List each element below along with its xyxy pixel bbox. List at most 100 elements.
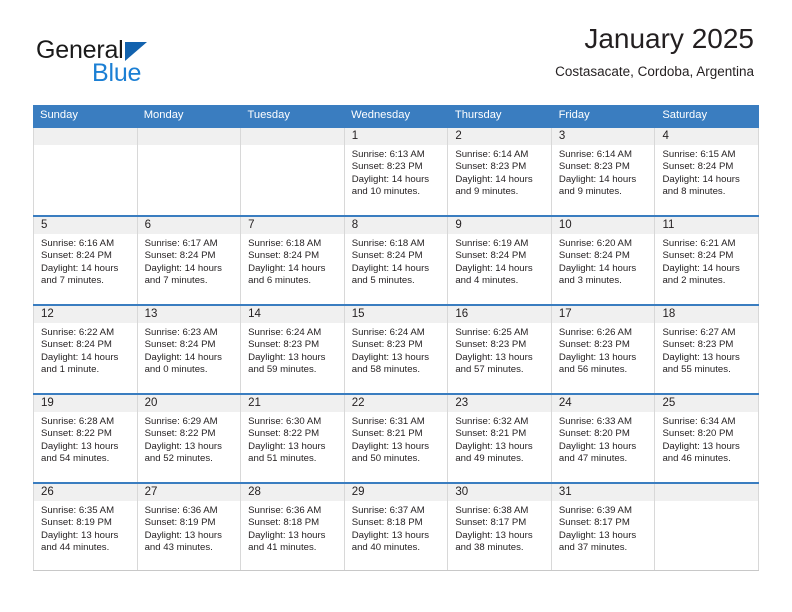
day-number: 17 bbox=[551, 306, 655, 323]
day-number: 7 bbox=[241, 217, 344, 234]
daylight-text: Daylight: 13 hours and 43 minutes. bbox=[144, 529, 222, 554]
day-number: 19 bbox=[34, 395, 137, 412]
sunrise-text: Sunrise: 6:19 AM bbox=[455, 238, 529, 249]
calendar-day-cell[interactable]: 27 Sunrise: 6:36 AM Sunset: 8:19 PM Dayligh… bbox=[137, 484, 242, 570]
calendar-day-cell-empty bbox=[655, 484, 760, 570]
sunrise-text: Sunrise: 6:18 AM bbox=[248, 238, 322, 249]
day-number bbox=[137, 128, 241, 145]
calendar-day-cell[interactable]: 4 Sunrise: 6:15 AM Sunset: 8:24 PM Daylight… bbox=[655, 128, 760, 215]
calendar-week-row: 1 Sunrise: 6:13 AM Sunset: 8:23 PM Daylight… bbox=[33, 126, 760, 215]
sunset-text: Sunset: 8:21 PM bbox=[455, 428, 527, 440]
day-sun-info: Sunrise: 6:18 AM Sunset: 8:24 PM Daylight:… bbox=[241, 234, 344, 288]
day-number: 2 bbox=[448, 128, 551, 145]
sunset-text: Sunset: 8:22 PM bbox=[248, 428, 320, 440]
sunset-text: Sunset: 8:22 PM bbox=[144, 428, 216, 440]
calendar-week-row: 5 Sunrise: 6:16 AM Sunset: 8:24 PM Daylight… bbox=[33, 215, 760, 304]
daylight-text: Daylight: 13 hours and 40 minutes. bbox=[351, 529, 430, 554]
day-sun-info: Sunrise: 6:28 AM Sunset: 8:22 PM Daylight:… bbox=[34, 412, 137, 466]
daylight-text: Daylight: 13 hours and 59 minutes. bbox=[248, 351, 326, 376]
calendar-day-cell[interactable]: 26 Sunrise: 6:35 AM Sunset: 8:19 PM Dayligh… bbox=[33, 484, 138, 570]
sunrise-text: Sunrise: 6:35 AM bbox=[41, 505, 115, 516]
sunset-text: Sunset: 8:24 PM bbox=[144, 339, 216, 351]
sunset-text: Sunset: 8:17 PM bbox=[455, 517, 527, 529]
day-sun-info: Sunrise: 6:18 AM Sunset: 8:24 PM Daylight:… bbox=[345, 234, 448, 288]
calendar-day-cell[interactable]: 23 Sunrise: 6:32 AM Sunset: 8:21 PM Dayligh… bbox=[448, 395, 552, 482]
daylight-text: Daylight: 14 hours and 9 minutes. bbox=[558, 173, 637, 198]
weekday-header-friday: Friday bbox=[558, 109, 590, 121]
daylight-text: Daylight: 14 hours and 3 minutes. bbox=[558, 262, 637, 287]
calendar-day-cell[interactable]: 9 Sunrise: 6:19 AM Sunset: 8:24 PM Daylight… bbox=[448, 217, 552, 304]
calendar-day-cell[interactable]: 17 Sunrise: 6:26 AM Sunset: 8:23 PM Dayligh… bbox=[551, 306, 656, 393]
calendar-day-cell[interactable]: 31 Sunrise: 6:39 AM Sunset: 8:17 PM Dayligh… bbox=[551, 484, 656, 570]
calendar-day-cell[interactable]: 7 Sunrise: 6:18 AM Sunset: 8:24 PM Daylight… bbox=[241, 217, 345, 304]
day-sun-info: Sunrise: 6:25 AM Sunset: 8:23 PM Daylight:… bbox=[448, 323, 551, 377]
daylight-text: Daylight: 14 hours and 8 minutes. bbox=[662, 173, 740, 198]
day-sun-info: Sunrise: 6:31 AM Sunset: 8:21 PM Daylight:… bbox=[345, 412, 448, 466]
sunrise-text: Sunrise: 6:31 AM bbox=[351, 416, 425, 427]
calendar-day-cell[interactable]: 8 Sunrise: 6:18 AM Sunset: 8:24 PM Daylight… bbox=[344, 217, 449, 304]
day-number: 12 bbox=[34, 306, 137, 323]
day-sun-info bbox=[138, 145, 241, 149]
calendar-day-cell[interactable]: 25 Sunrise: 6:34 AM Sunset: 8:20 PM Dayligh… bbox=[655, 395, 760, 482]
day-number: 31 bbox=[551, 484, 655, 501]
calendar-day-cell[interactable]: 15 Sunrise: 6:24 AM Sunset: 8:23 PM Dayligh… bbox=[344, 306, 449, 393]
weekday-header-thursday: Thursday bbox=[454, 109, 502, 121]
sunrise-text: Sunrise: 6:13 AM bbox=[351, 149, 425, 160]
calendar-day-cell[interactable]: 14 Sunrise: 6:24 AM Sunset: 8:23 PM Dayligh… bbox=[241, 306, 345, 393]
calendar-day-cell[interactable]: 18 Sunrise: 6:27 AM Sunset: 8:23 PM Dayligh… bbox=[655, 306, 760, 393]
calendar-day-cell[interactable]: 11 Sunrise: 6:21 AM Sunset: 8:24 PM Dayligh… bbox=[655, 217, 760, 304]
calendar-day-cell[interactable]: 10 Sunrise: 6:20 AM Sunset: 8:24 PM Dayligh… bbox=[551, 217, 656, 304]
general-blue-logo: General Blue bbox=[36, 36, 226, 88]
daylight-text: Daylight: 14 hours and 2 minutes. bbox=[662, 262, 740, 287]
calendar-day-cell[interactable]: 30 Sunrise: 6:38 AM Sunset: 8:17 PM Dayligh… bbox=[448, 484, 552, 570]
sunset-text: Sunset: 8:20 PM bbox=[662, 428, 734, 440]
sunset-text: Sunset: 8:20 PM bbox=[558, 428, 630, 440]
calendar-day-cell[interactable]: 5 Sunrise: 6:16 AM Sunset: 8:24 PM Daylight… bbox=[33, 217, 138, 304]
day-sun-info: Sunrise: 6:36 AM Sunset: 8:18 PM Daylight:… bbox=[241, 501, 344, 555]
sunset-text: Sunset: 8:23 PM bbox=[558, 161, 630, 173]
day-sun-info: Sunrise: 6:39 AM Sunset: 8:17 PM Daylight:… bbox=[552, 501, 655, 555]
daylight-text: Daylight: 13 hours and 57 minutes. bbox=[455, 351, 533, 376]
calendar-day-cell[interactable]: 21 Sunrise: 6:30 AM Sunset: 8:22 PM Dayligh… bbox=[241, 395, 345, 482]
sunrise-text: Sunrise: 6:22 AM bbox=[41, 327, 115, 338]
calendar-day-cell[interactable]: 12 Sunrise: 6:22 AM Sunset: 8:24 PM Dayligh… bbox=[33, 306, 138, 393]
daylight-text: Daylight: 13 hours and 44 minutes. bbox=[41, 529, 119, 554]
calendar-day-cell[interactable]: 3 Sunrise: 6:14 AM Sunset: 8:23 PM Daylight… bbox=[551, 128, 656, 215]
calendar-day-cell[interactable]: 29 Sunrise: 6:37 AM Sunset: 8:18 PM Dayligh… bbox=[344, 484, 449, 570]
day-number: 3 bbox=[551, 128, 655, 145]
calendar-day-cell[interactable]: 2 Sunrise: 6:14 AM Sunset: 8:23 PM Daylight… bbox=[448, 128, 552, 215]
day-number: 26 bbox=[34, 484, 137, 501]
sunset-text: Sunset: 8:24 PM bbox=[351, 250, 423, 262]
sunrise-text: Sunrise: 6:18 AM bbox=[351, 238, 425, 249]
sunrise-text: Sunrise: 6:21 AM bbox=[662, 238, 736, 249]
calendar-day-cell[interactable]: 13 Sunrise: 6:23 AM Sunset: 8:24 PM Dayligh… bbox=[137, 306, 242, 393]
logo-text-blue: Blue bbox=[92, 59, 142, 87]
sunset-text: Sunset: 8:24 PM bbox=[248, 250, 320, 262]
sunset-text: Sunset: 8:23 PM bbox=[455, 161, 527, 173]
calendar-day-cell[interactable]: 6 Sunrise: 6:17 AM Sunset: 8:24 PM Daylight… bbox=[137, 217, 242, 304]
sunrise-text: Sunrise: 6:32 AM bbox=[455, 416, 529, 427]
sunset-text: Sunset: 8:23 PM bbox=[662, 339, 734, 351]
title-block: January 2025 Costasacate, Cordoba, Argen… bbox=[555, 22, 754, 82]
sunset-text: Sunset: 8:23 PM bbox=[248, 339, 320, 351]
calendar-day-cell[interactable]: 16 Sunrise: 6:25 AM Sunset: 8:23 PM Dayligh… bbox=[448, 306, 552, 393]
day-number: 4 bbox=[655, 128, 759, 145]
page-header: General Blue January 2025 Costasacate, C… bbox=[0, 22, 792, 100]
calendar-week-row: 12 Sunrise: 6:22 AM Sunset: 8:24 PM Dayligh… bbox=[33, 304, 760, 393]
calendar-day-cell[interactable]: 20 Sunrise: 6:29 AM Sunset: 8:22 PM Dayligh… bbox=[137, 395, 242, 482]
sunset-text: Sunset: 8:23 PM bbox=[351, 161, 423, 173]
calendar-day-cell[interactable]: 24 Sunrise: 6:33 AM Sunset: 8:20 PM Dayligh… bbox=[551, 395, 656, 482]
sunset-text: Sunset: 8:17 PM bbox=[558, 517, 630, 529]
sunset-text: Sunset: 8:21 PM bbox=[351, 428, 423, 440]
calendar-day-cell[interactable]: 19 Sunrise: 6:28 AM Sunset: 8:22 PM Dayligh… bbox=[33, 395, 138, 482]
weekday-header-saturday: Saturday bbox=[662, 109, 708, 121]
calendar-day-cell[interactable]: 28 Sunrise: 6:36 AM Sunset: 8:18 PM Dayligh… bbox=[241, 484, 345, 570]
day-sun-info: Sunrise: 6:34 AM Sunset: 8:20 PM Daylight:… bbox=[655, 412, 758, 466]
day-sun-info: Sunrise: 6:38 AM Sunset: 8:17 PM Daylight:… bbox=[448, 501, 551, 555]
calendar-day-cell[interactable]: 22 Sunrise: 6:31 AM Sunset: 8:21 PM Dayligh… bbox=[344, 395, 449, 482]
calendar-day-cell[interactable]: 1 Sunrise: 6:13 AM Sunset: 8:23 PM Daylight… bbox=[344, 128, 449, 215]
calendar-day-cell-empty bbox=[137, 128, 242, 215]
day-sun-info: Sunrise: 6:23 AM Sunset: 8:24 PM Daylight:… bbox=[138, 323, 241, 377]
day-sun-info: Sunrise: 6:15 AM Sunset: 8:24 PM Daylight:… bbox=[655, 145, 758, 199]
day-number: 15 bbox=[344, 306, 448, 323]
